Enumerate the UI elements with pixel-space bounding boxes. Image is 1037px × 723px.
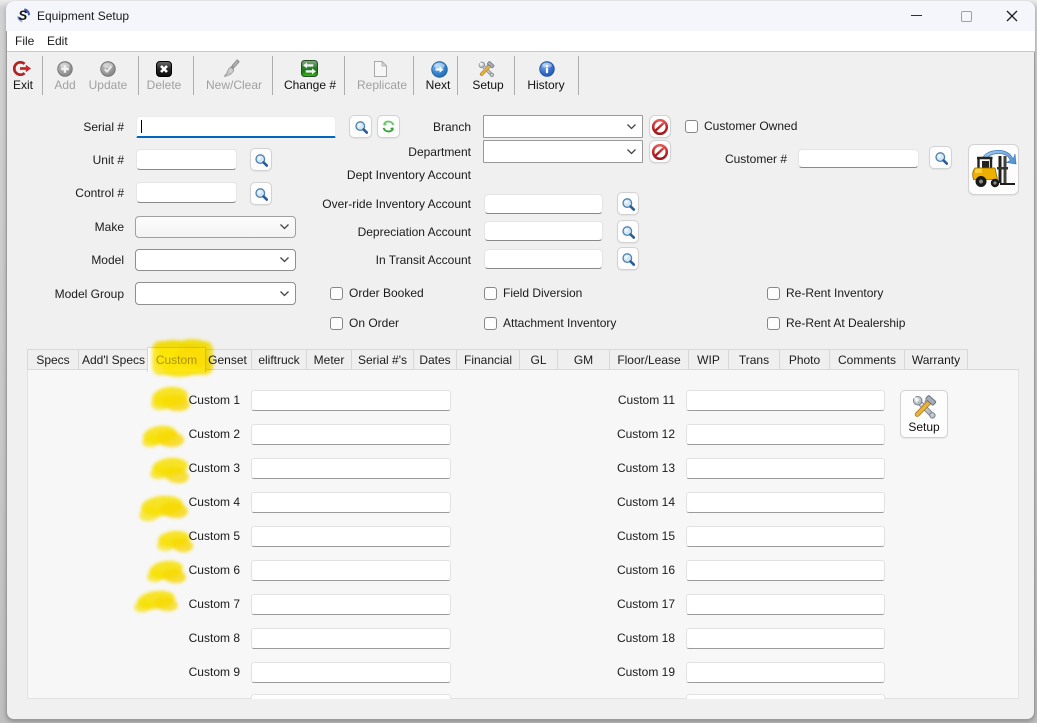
svg-text:S: S	[18, 8, 27, 23]
